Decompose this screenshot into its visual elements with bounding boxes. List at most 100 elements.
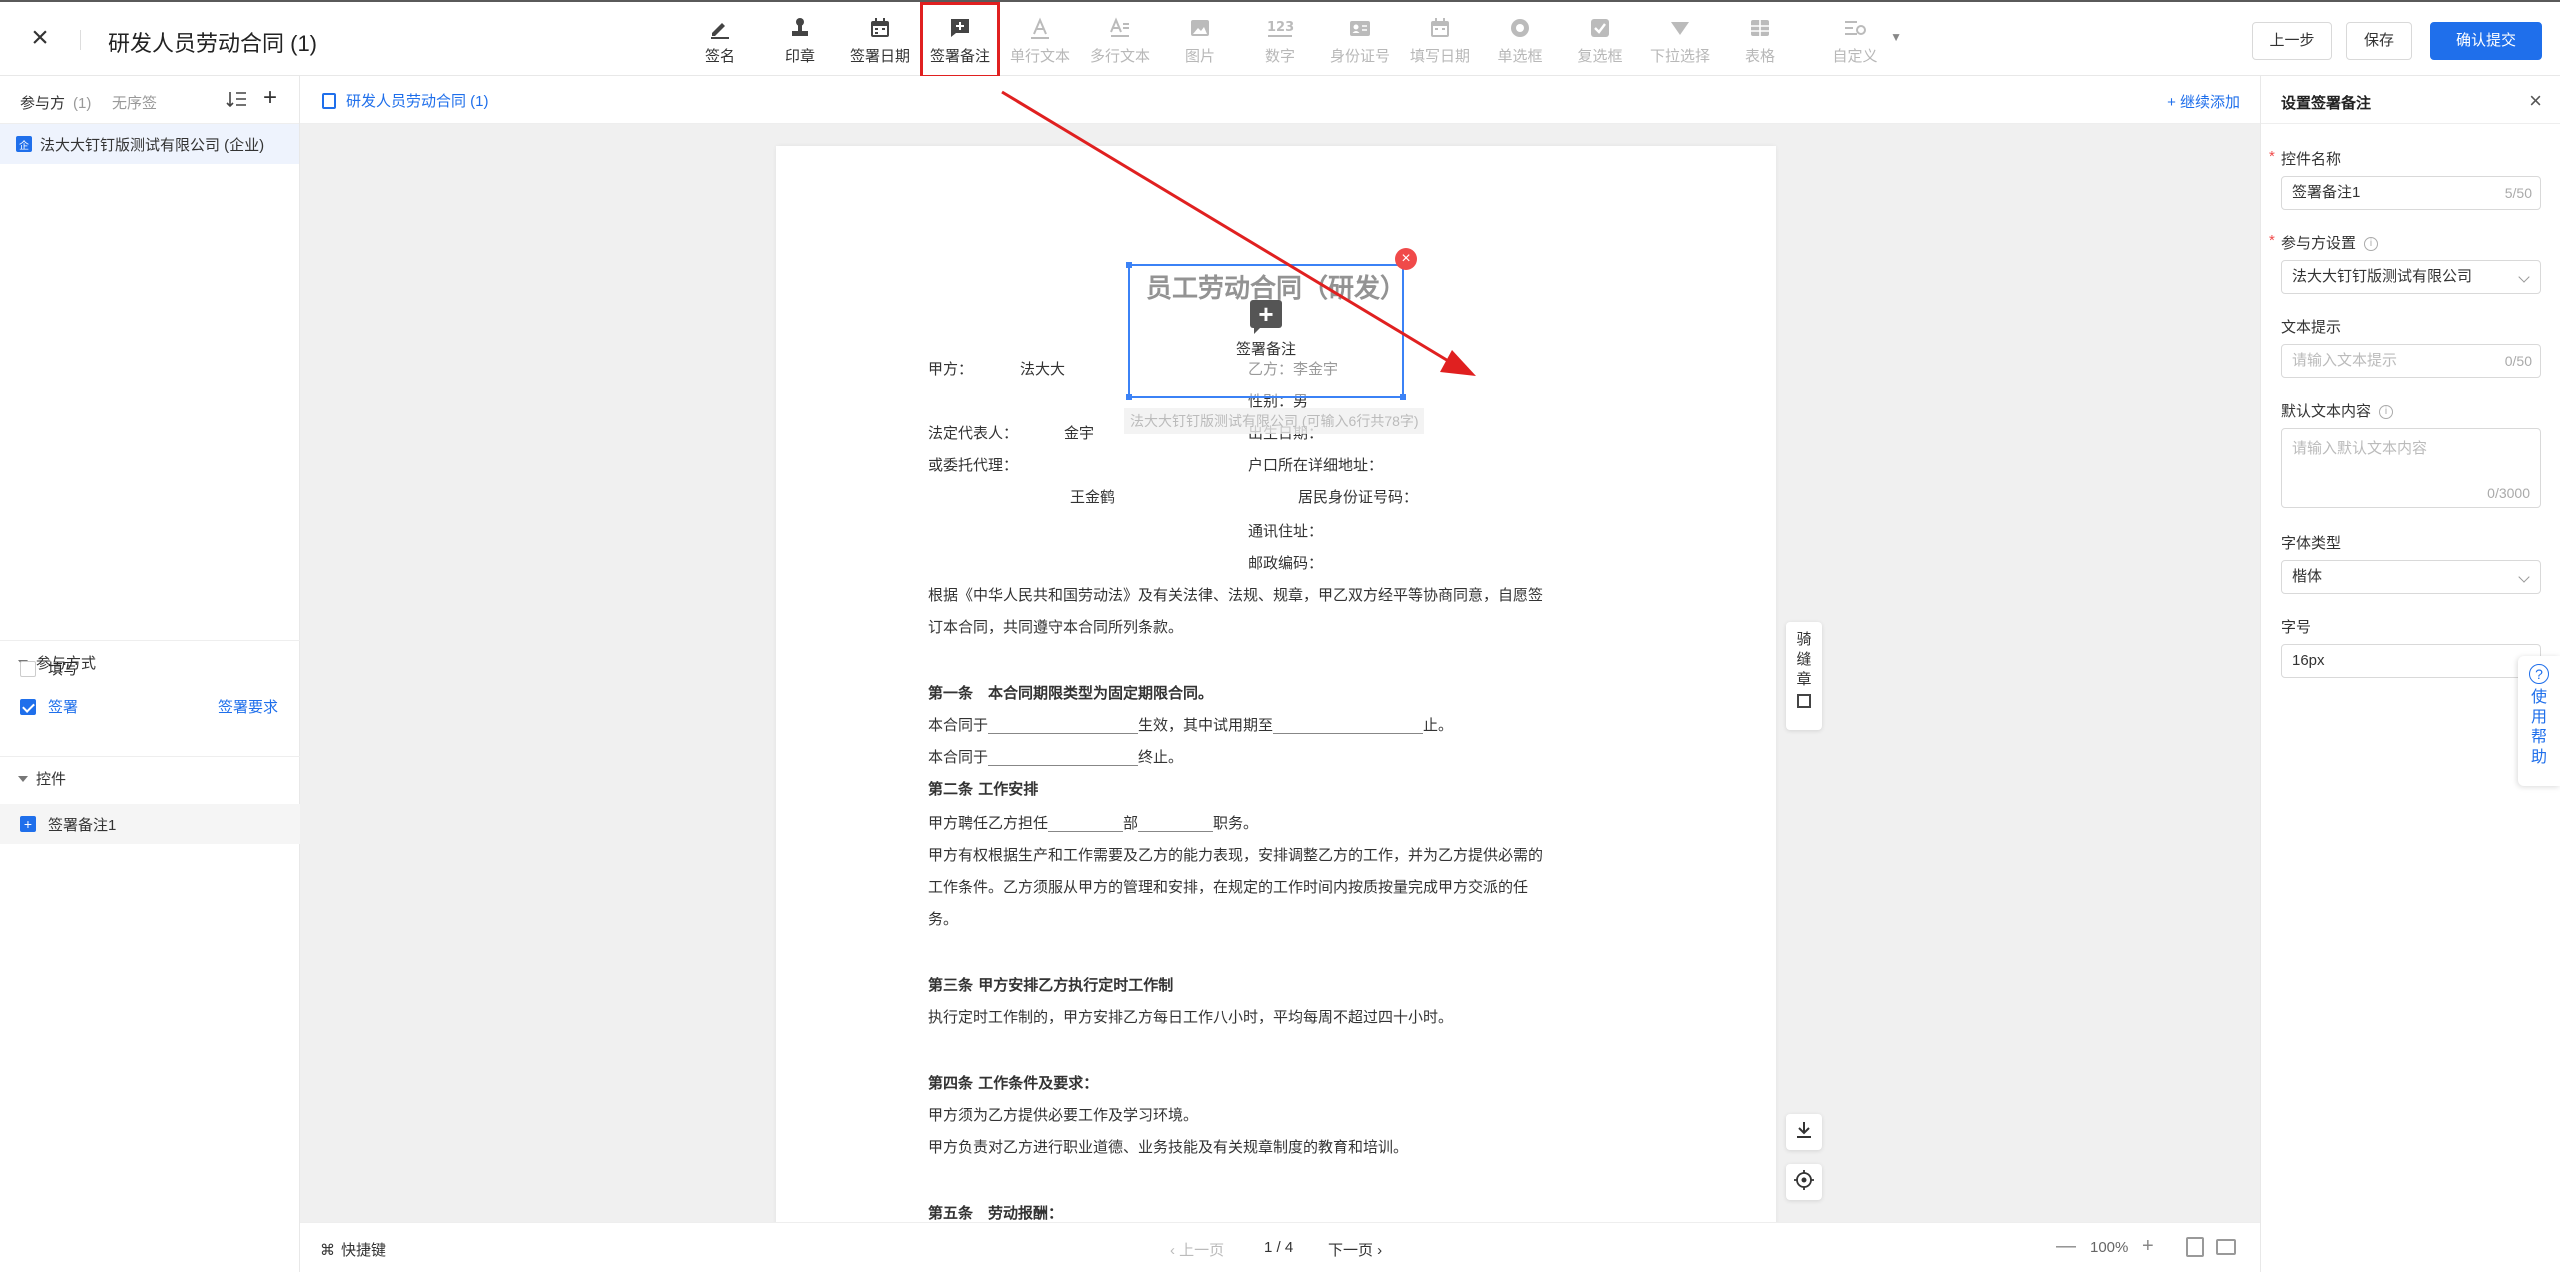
image-icon (1186, 15, 1214, 41)
chevron-right-icon: › (1373, 1242, 1383, 1259)
seal-icon (1797, 694, 1811, 708)
section-controls[interactable]: 控件 (0, 756, 300, 800)
help-button[interactable]: ? 使 用 帮 助 (2518, 656, 2560, 786)
save-button[interactable]: 保存 (2346, 22, 2412, 60)
locate-button[interactable] (1786, 1164, 1822, 1200)
table-icon (1746, 15, 1774, 41)
file-tab-bar: 研发人员劳动合同 (1) + 继续添加 (300, 76, 2260, 124)
resize-handle[interactable] (1126, 394, 1132, 400)
svg-text:123: 123 (1267, 20, 1294, 35)
font-type-label: 字体类型 (2281, 535, 2342, 552)
file-tab[interactable]: 研发人员劳动合同 (1) (322, 90, 489, 111)
thumbnail-view-icon[interactable] (2216, 1239, 2236, 1255)
calendar-icon (866, 15, 894, 41)
tool-number[interactable]: 123 数字 (1240, 2, 1320, 78)
number-icon: 123 (1266, 15, 1294, 41)
page-indicator: 1 / 4 (1264, 1239, 1294, 1256)
delete-control-button[interactable]: × (1395, 248, 1417, 270)
text-hint-input[interactable]: 请输入文本提示 0/50 (2281, 344, 2541, 378)
tool-image[interactable]: 图片 (1160, 2, 1240, 78)
chevron-down-icon (2518, 271, 2530, 283)
radio-icon (1506, 15, 1534, 41)
default-text-textarea[interactable]: 请输入默认文本内容 0/3000 (2281, 428, 2541, 508)
question-icon: ? (2529, 664, 2549, 684)
pen-sign-icon (706, 15, 734, 41)
participants-tabs: 参与方 (1) 无序签 + (0, 76, 299, 124)
dropdown-icon (1666, 15, 1694, 41)
text-hint-label: 文本提示 (2281, 319, 2342, 336)
chevron-left-icon: ‹ (1170, 1242, 1180, 1259)
info-icon[interactable]: i (2379, 405, 2394, 420)
zoom-in-icon[interactable]: + (2142, 1235, 2154, 1258)
sign-remark-control[interactable]: + 签署备注 (1126, 262, 1406, 400)
participant-setting-label: * 参与方设置 i (2269, 232, 2379, 253)
calendar-icon (1426, 15, 1454, 41)
tool-custom[interactable]: 自定义 ▼ (1800, 2, 1910, 78)
top-bar: × 研发人员劳动合同 (1) 签名 印章 签署日期 签署备注 单行文本 多行文本 (0, 0, 2560, 78)
add-participant-icon[interactable]: + (258, 86, 282, 110)
tool-dropdown[interactable]: 下拉选择 (1640, 2, 1720, 78)
sign-remark-hint: 法大大钉钉版测试有限公司 (可输入6行共78字) (1124, 408, 1424, 434)
tab-no-order-sign[interactable]: 无序签 (112, 92, 157, 113)
info-icon[interactable]: i (2364, 237, 2379, 252)
prev-page-button[interactable]: ‹ 上一页 (1170, 1239, 1224, 1260)
fill-checkbox[interactable] (20, 660, 36, 677)
confirm-submit-button[interactable]: 确认提交 (2430, 22, 2542, 60)
shortcut-button[interactable]: ⌘ 快捷键 (320, 1239, 386, 1260)
tool-checkbox[interactable]: 复选框 (1560, 2, 1640, 78)
command-key-icon: ⌘ (320, 1241, 335, 1259)
comment-add-icon (946, 15, 974, 41)
multiline-text-icon (1106, 15, 1134, 41)
cross-page-seal-button[interactable]: 骑 缝 章 (1786, 622, 1822, 730)
option-sign[interactable]: 签署 (20, 696, 78, 717)
properties-panel: 设置签署备注 × * 控件名称 签署备注1 5/50 * 参与方设置 i 法大大钉钉版测… (2260, 76, 2560, 1272)
comment-add-icon: + (1250, 300, 1282, 334)
divider (80, 30, 81, 50)
tool-table[interactable]: 表格 (1720, 2, 1800, 78)
next-page-button[interactable]: 下一页 › (1328, 1239, 1382, 1260)
properties-header: 设置签署备注 × (2261, 76, 2560, 124)
continue-add-button[interactable]: + 继续添加 (2167, 91, 2240, 112)
participant-name: 法大大钉钉版测试有限公司 (企业) (40, 136, 265, 154)
default-text-label: 默认文本内容 i (2281, 400, 2394, 421)
zoom-level: 100% (2090, 1239, 2129, 1256)
tab-participants[interactable]: 参与方 (1) (20, 92, 91, 113)
close-icon[interactable]: × (24, 22, 56, 54)
text-a-icon (1026, 15, 1054, 41)
checkbox-icon (1586, 15, 1614, 41)
tool-id-number[interactable]: 身份证号 (1320, 2, 1400, 78)
resize-handle[interactable] (1400, 394, 1406, 400)
single-page-view-icon[interactable] (2186, 1237, 2204, 1257)
download-button[interactable] (1786, 1114, 1822, 1150)
custom-settings-icon (1841, 15, 1869, 41)
id-card-icon (1346, 15, 1374, 41)
control-name-input[interactable]: 签署备注1 5/50 (2281, 176, 2541, 210)
tool-signature[interactable]: 签名 (680, 2, 760, 78)
tool-multi-line-text[interactable]: 多行文本 (1080, 2, 1160, 78)
tool-radio[interactable]: 单选框 (1480, 2, 1560, 78)
sort-list-icon[interactable] (226, 88, 248, 110)
caret-down-icon (18, 775, 28, 782)
document-title: 研发人员劳动合同 (1) (108, 31, 318, 56)
font-size-input[interactable]: 16px (2281, 644, 2541, 678)
close-icon[interactable]: × (2529, 88, 2542, 114)
canvas-footer: ⌘ 快捷键 ‹ 上一页 1 / 4 下一页 › — 100% + (300, 1222, 2260, 1272)
option-fill[interactable]: 填写 (20, 658, 78, 679)
participant-item[interactable]: 企 法大大钉钉版测试有限公司 (企业) (0, 124, 299, 164)
prev-step-button[interactable]: 上一步 (2252, 22, 2332, 60)
file-icon (322, 92, 336, 109)
tool-sign-remark[interactable]: 签署备注 (920, 2, 1000, 78)
control-list-item[interactable]: + 签署备注1 (0, 804, 300, 844)
left-panel: 参与方 (1) 无序签 + 企 法大大钉钉版测试有限公司 (企业) 参与方式 填写… (0, 76, 300, 1272)
zoom-out-icon[interactable]: — (2056, 1235, 2076, 1258)
tool-single-line-text[interactable]: 单行文本 (1000, 2, 1080, 78)
tool-fill-date[interactable]: 填写日期 (1400, 2, 1480, 78)
tool-seal[interactable]: 印章 (760, 2, 840, 78)
sign-checkbox[interactable] (20, 698, 36, 715)
sign-requirement-link[interactable]: 签署要求 (218, 696, 278, 717)
locate-icon (1793, 1169, 1815, 1196)
resize-handle[interactable] (1126, 262, 1132, 268)
tool-sign-date[interactable]: 签署日期 (840, 2, 920, 78)
font-type-select[interactable]: 楷体 (2281, 560, 2541, 594)
participant-select[interactable]: 法大大钉钉版测试有限公司 (2281, 260, 2541, 294)
